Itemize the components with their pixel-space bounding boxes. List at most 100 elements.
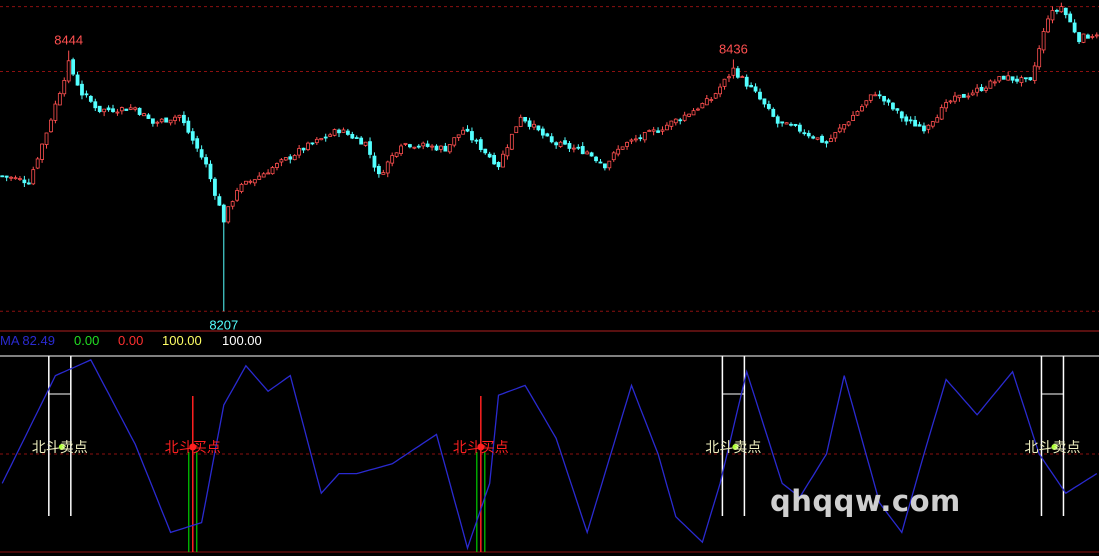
candle-body	[1090, 36, 1095, 38]
candle-body	[895, 108, 900, 111]
candle-body	[359, 137, 364, 145]
watermark: qhqqw.com	[770, 484, 961, 518]
candle-body	[80, 83, 84, 96]
candle-body	[323, 136, 328, 139]
candle-body	[235, 190, 239, 201]
candle-body	[102, 108, 107, 113]
candle-body	[913, 119, 917, 127]
candle-body	[226, 206, 231, 223]
candle-body	[1023, 77, 1028, 80]
candle-body	[691, 110, 696, 116]
signal-label: 北斗卖点	[32, 439, 88, 455]
candle-body	[793, 123, 798, 126]
candle-body	[882, 95, 886, 102]
candle-body	[886, 99, 891, 103]
candle-body	[84, 93, 89, 96]
candle-body	[740, 76, 745, 78]
candle-body	[585, 151, 590, 155]
value-3: 100.00	[162, 333, 202, 348]
candle-body	[634, 138, 638, 141]
candle-body	[930, 121, 935, 127]
price-grid	[0, 6, 1099, 312]
candle-body	[1050, 10, 1055, 21]
candle-body	[1010, 76, 1015, 81]
candle-body	[128, 107, 133, 110]
candle-body	[837, 127, 842, 133]
candle-body	[137, 107, 142, 115]
candle-body	[266, 172, 271, 175]
candle-body	[97, 105, 102, 112]
candle-body	[961, 93, 966, 98]
candle-body	[31, 169, 36, 185]
candle-body	[301, 147, 306, 151]
candle-body	[57, 93, 62, 106]
candle-body	[496, 161, 501, 168]
ma-value: MA 82.49	[0, 333, 55, 348]
candle-body	[230, 201, 235, 207]
candle-body	[186, 120, 191, 133]
candle-body	[669, 120, 674, 127]
candle-body	[673, 118, 678, 124]
candle-body	[753, 86, 758, 92]
candle-body	[979, 86, 984, 92]
candle-body	[501, 153, 505, 168]
candle-body	[439, 145, 443, 150]
candle-body	[376, 165, 381, 175]
candle-body	[49, 119, 53, 133]
candle-body	[549, 136, 554, 143]
value-2: 0.00	[118, 333, 144, 348]
candle-body	[953, 95, 957, 102]
candle-body	[966, 95, 971, 98]
candle-body	[554, 142, 559, 146]
candle-body	[766, 103, 771, 109]
candle-body	[744, 76, 749, 87]
candle-body	[1037, 48, 1042, 68]
candle-body	[465, 128, 470, 132]
signal-labels: 北斗卖点 北斗买点 北斗买点 北斗卖点 北斗卖点	[32, 439, 1081, 455]
candle-body	[478, 139, 483, 150]
candle-body	[93, 101, 98, 109]
candle-body	[558, 141, 563, 147]
candle-body	[824, 141, 829, 144]
candle-body	[704, 98, 709, 106]
candle-body	[984, 87, 988, 91]
candle-body	[452, 137, 457, 146]
candle-body	[363, 141, 368, 146]
candle-body	[700, 103, 705, 109]
candle-body	[248, 180, 253, 183]
candle-body	[1006, 75, 1011, 81]
candle-body	[939, 107, 944, 120]
candle-body	[948, 100, 953, 103]
value-1: 0.00	[74, 333, 100, 348]
candle-body	[523, 116, 528, 122]
candle-body	[168, 119, 173, 124]
candle-body	[328, 134, 333, 137]
candles	[0, 2, 1099, 312]
candle-body	[66, 60, 71, 82]
candle-body	[571, 147, 576, 150]
candle-body	[239, 183, 244, 192]
candle-body	[345, 130, 350, 135]
candle-body	[771, 108, 776, 117]
candle-body	[864, 100, 869, 106]
candle-body	[177, 114, 182, 118]
candle-body	[354, 137, 359, 139]
candle-body	[447, 144, 452, 153]
candle-body	[261, 173, 266, 178]
candle-body	[155, 121, 160, 124]
candle-body	[275, 163, 279, 168]
candle-body	[899, 111, 904, 119]
candle-body	[868, 94, 873, 101]
candle-body	[602, 163, 607, 169]
candle-body	[802, 132, 807, 135]
candle-body	[629, 139, 634, 142]
candle-body	[1086, 34, 1090, 39]
candle-body	[797, 124, 802, 132]
candle-body	[133, 107, 138, 110]
candle-body	[270, 167, 275, 175]
candle-body	[860, 106, 864, 112]
candle-body	[917, 124, 922, 127]
candle-body	[1019, 77, 1024, 83]
candle-body	[651, 129, 656, 132]
candle-body	[536, 125, 541, 131]
